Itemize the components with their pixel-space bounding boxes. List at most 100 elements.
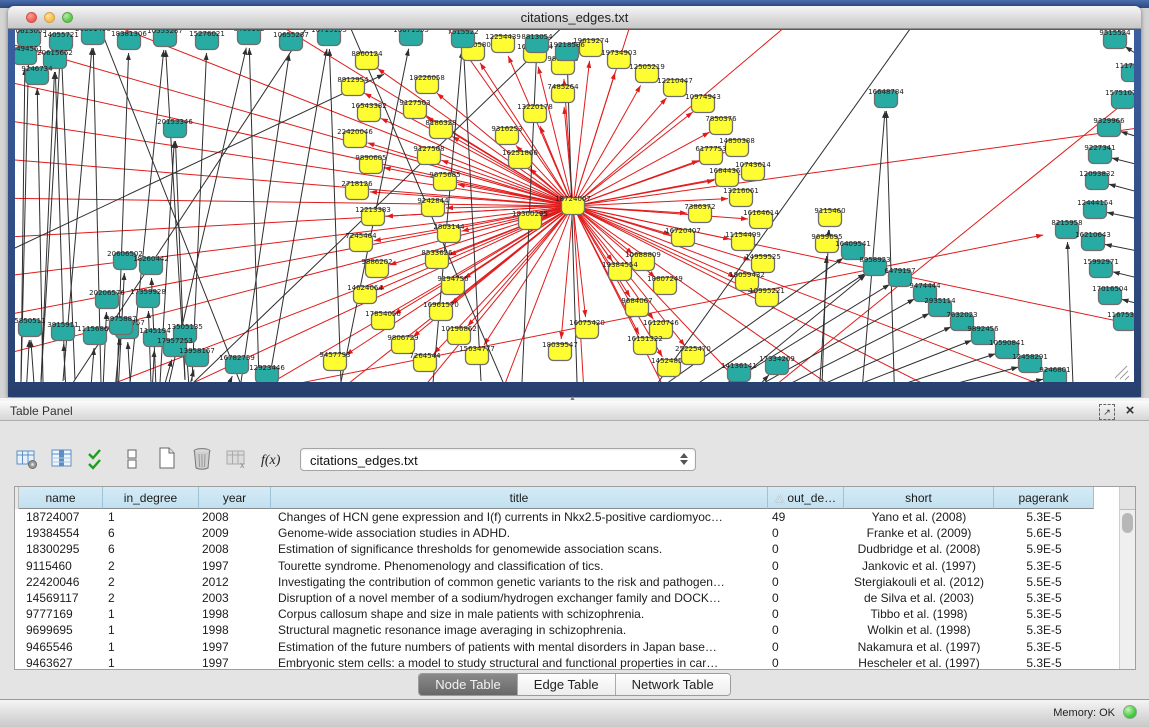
table-cell: Estimation of significance thresholds fo… (271, 541, 768, 557)
node-label: 10743614 (735, 161, 771, 169)
window-title-bar[interactable]: citations_edges.txt (8, 6, 1141, 29)
node-label: 18260442 (133, 255, 169, 263)
node-label: 20613055 (15, 30, 47, 35)
network-edge (1105, 244, 1134, 254)
node-label: 18039547 (542, 341, 578, 349)
node-label: 18724007 (555, 195, 591, 203)
network-edge (1125, 47, 1134, 62)
node-label: 9246801 (1039, 366, 1070, 374)
table-cell: Investigating the contribution of common… (271, 574, 768, 590)
table-cell: 5.5E-5 (994, 574, 1094, 590)
table-cell: 0 (768, 541, 844, 557)
network-edge (151, 350, 154, 382)
network-edge (573, 125, 1134, 206)
node-label: 13220178 (517, 103, 553, 111)
node-label: 16671355 (393, 30, 429, 34)
column-header-short[interactable]: short (844, 487, 994, 509)
deselect-all-icon[interactable] (119, 446, 145, 472)
table-row[interactable]: 911546021997Tourette syndrome. Phenomeno… (15, 558, 1119, 574)
node-label: 17359928 (130, 288, 166, 296)
node-label: 9975887 (105, 315, 136, 323)
column-header-year[interactable]: year (199, 487, 271, 509)
delete-table-icon[interactable] (189, 446, 215, 472)
network-edge (89, 348, 94, 382)
table-cell: 2012 (199, 574, 271, 590)
table-cell: Jankovic et al. (1997) (844, 558, 994, 574)
node-label: 20891406 (75, 30, 111, 33)
table-row[interactable]: 1456911722003Disruption of a novel membe… (15, 590, 1119, 606)
column-header-title[interactable]: title (271, 487, 768, 509)
resize-grip-icon[interactable] (1115, 366, 1127, 378)
table-row[interactable]: 1830029562008Estimation of significance … (15, 541, 1119, 557)
node-label: 8960124 (351, 50, 383, 58)
table-settings-icon[interactable] (14, 446, 40, 472)
float-panel-icon[interactable]: ↗ (1099, 404, 1115, 420)
node-label: 7245464 (345, 232, 377, 240)
node-label: 7632023 (946, 311, 977, 319)
table-cell: Hescheler et al. (1997) (844, 655, 994, 670)
network-canvas[interactable]: 1872400718300295896012489129541654338222… (15, 30, 1134, 382)
new-table-icon[interactable] (154, 446, 180, 472)
node-label: 7386372 (684, 203, 715, 211)
table-selector-value: citations_edges.txt (310, 453, 418, 468)
node-label: 16151322 (627, 335, 663, 343)
table-cell: 0 (768, 525, 844, 541)
network-edge (694, 381, 730, 382)
node-label: 20615662 (37, 49, 73, 57)
tab-network-table[interactable]: Network Table (616, 674, 730, 695)
table-row[interactable]: 2242004622012Investigating the contribut… (15, 574, 1119, 590)
table-cell: 5.3E-5 (994, 590, 1094, 606)
network-edge (128, 342, 132, 382)
network-edge (1122, 299, 1134, 311)
tab-node-table[interactable]: Node Table (419, 674, 518, 695)
function-builder-icon[interactable]: f(x) (259, 446, 285, 472)
table-row[interactable]: 1872400712008Changes of HCN gene express… (15, 509, 1119, 525)
column-header-name[interactable]: name (19, 487, 103, 509)
node-label: 25225470 (675, 345, 711, 353)
network-edge (870, 379, 1043, 382)
network-edge (840, 367, 1018, 382)
table-selector-dropdown[interactable]: citations_edges.txt (300, 448, 696, 471)
column-visibility-icon[interactable] (49, 446, 75, 472)
table-cell: 0 (768, 558, 844, 574)
table-cell: 6 (103, 525, 199, 541)
node-label: 19218586 (549, 41, 585, 49)
node-label: 10553287 (147, 30, 183, 35)
tab-edge-table[interactable]: Edge Table (518, 674, 616, 695)
column-header-pagerank[interactable]: pagerank (994, 487, 1094, 509)
node-label: 7515522 (447, 30, 478, 36)
table-cell: 9115460 (19, 558, 103, 574)
table-row[interactable]: 1938455462009Genome-wide association stu… (15, 525, 1119, 541)
table-panel: ▲ Table Panel ↗ × (0, 398, 1149, 727)
table-row[interactable]: 969969511998Structural magnetic resonanc… (15, 622, 1119, 638)
table-row[interactable]: 946554611997Estimation of the future num… (15, 639, 1119, 655)
table-scrollbar[interactable] (1119, 487, 1135, 669)
network-edge (15, 38, 573, 206)
application-window: citations_edges.txt 18724007183002958960… (0, 0, 1149, 727)
network-view-window: citations_edges.txt 18724007183002958960… (8, 6, 1141, 397)
table-cell: Genome-wide association studies in ADHD. (271, 525, 768, 541)
table-row[interactable]: 977716911998Corpus callosum shape and si… (15, 606, 1119, 622)
scrollbar-thumb[interactable] (1122, 513, 1133, 533)
node-label: 12254439 (485, 33, 521, 41)
network-edge (1109, 184, 1134, 196)
network-edge (886, 111, 895, 382)
resize-grip-icon[interactable] (1125, 376, 1129, 380)
node-label: 11156869 (77, 325, 113, 333)
table-cell: 1997 (199, 558, 271, 574)
node-label: 12213383 (355, 206, 391, 214)
node-label: 14136141 (721, 362, 757, 370)
table-cell: 18300295 (19, 541, 103, 557)
node-label: 10719155 (311, 30, 347, 34)
node-label: 16961570 (423, 301, 459, 309)
select-all-icon[interactable] (84, 446, 110, 472)
node-label: 10974943 (685, 93, 721, 101)
column-header-in_degree[interactable]: in_degree (103, 487, 199, 509)
node-label: 16543382 (351, 102, 387, 110)
attribute-table[interactable]: namein_degreeyeartitle△ out_de…shortpage… (14, 486, 1136, 670)
column-header-out_de[interactable]: △ out_de… (768, 487, 844, 509)
close-panel-icon[interactable]: × (1123, 404, 1137, 418)
node-label: 16648784 (868, 88, 904, 96)
table-row[interactable]: 946362711997Embryonic stem cells: a mode… (15, 655, 1119, 670)
table-cell: 1 (103, 639, 199, 655)
